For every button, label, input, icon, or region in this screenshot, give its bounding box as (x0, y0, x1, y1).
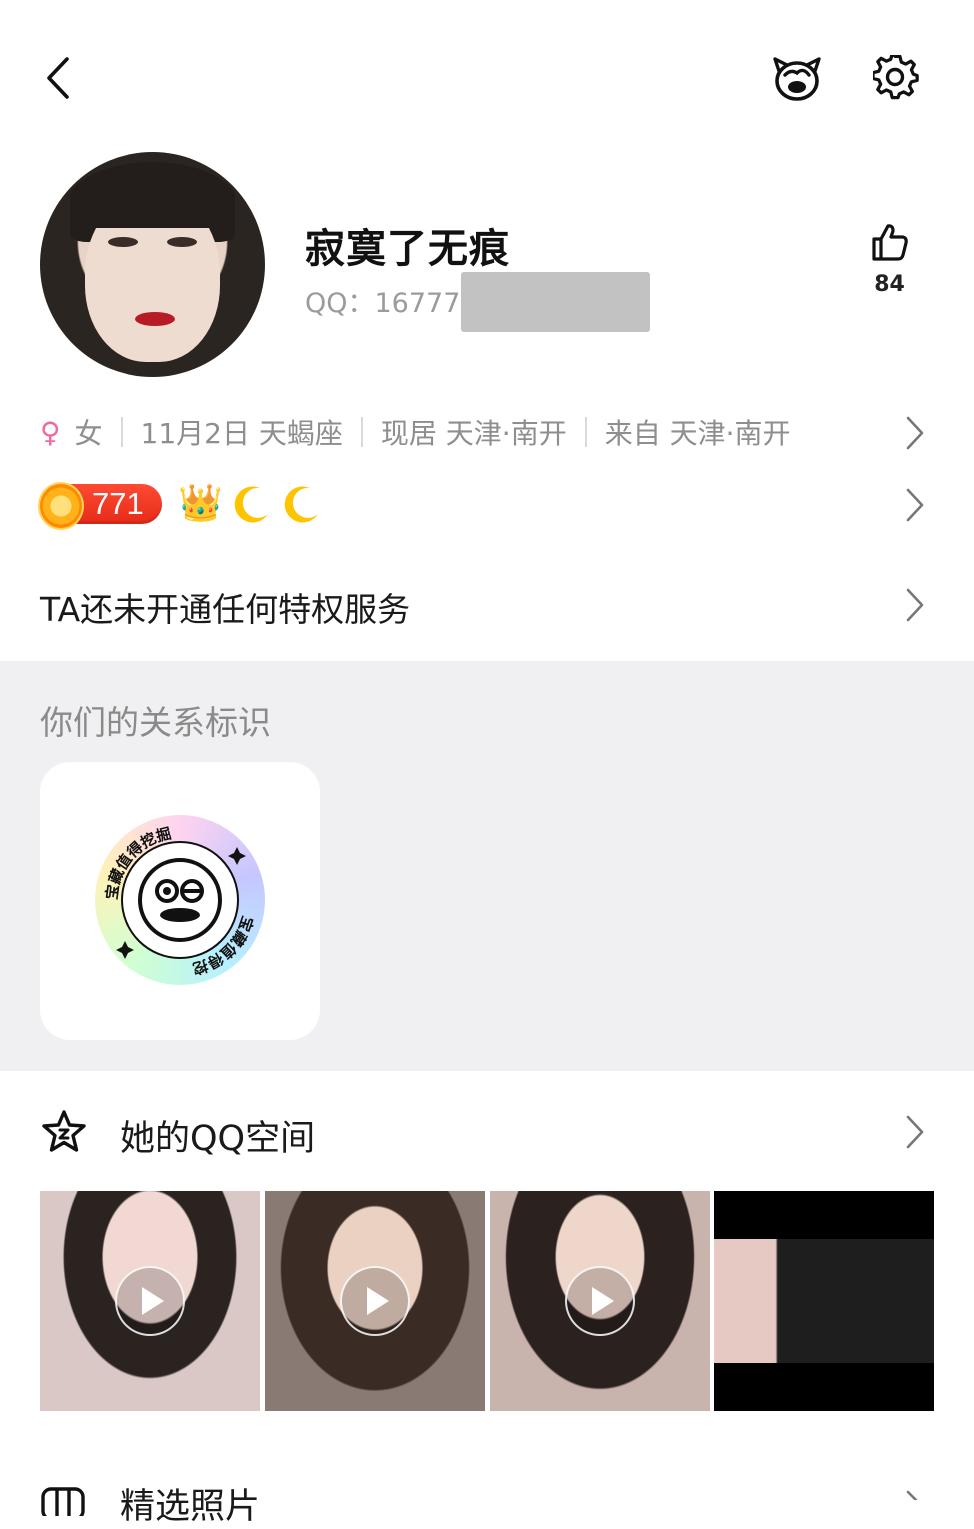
qzone-thumbnail[interactable] (265, 1191, 485, 1411)
play-icon (115, 1266, 185, 1336)
cartoon-face-icon (773, 57, 821, 101)
pet-button[interactable] (770, 52, 824, 104)
moon-icon (230, 484, 272, 530)
gear-icon (873, 55, 919, 100)
nickname: 寂寞了无痕 (305, 226, 510, 272)
relation-section-title: 你们的关系标识 (40, 703, 271, 742)
avatar-eye-right (167, 237, 197, 247)
like-count: 84 (874, 272, 905, 297)
qzone-thumbnail[interactable] (714, 1191, 934, 1411)
settings-button[interactable] (870, 52, 922, 104)
avatar-eye-left (108, 237, 138, 247)
back-button[interactable] (36, 52, 80, 104)
privilege-status[interactable]: TA还未开通任何特权服务 (40, 583, 410, 631)
chevron-right-icon[interactable] (904, 486, 926, 524)
featured-photos-title[interactable]: 精选照片 (120, 1478, 260, 1529)
profile-info-row[interactable]: ♀ 女 11月2日 天蝎座 现居 天津·南开 来自 天津·南开 (40, 410, 791, 454)
thumbs-up-icon (871, 224, 908, 261)
sun-icon (38, 482, 84, 530)
avatar-bangs (70, 166, 235, 228)
qq-number: QQ：16777 (305, 288, 461, 319)
divider (584, 417, 587, 447)
level-badge[interactable]: 771 (38, 482, 162, 530)
moon-icon (280, 484, 322, 530)
qzone-thumbnail[interactable] (40, 1191, 260, 1411)
photo-album-icon (41, 1487, 85, 1516)
relation-badge: 宝藏值得挖掘 宝藏值得挖掘 (95, 815, 265, 985)
chevron-right-icon[interactable] (904, 1113, 926, 1151)
divider (360, 417, 363, 447)
play-icon (340, 1266, 410, 1336)
divider (120, 417, 123, 447)
chevron-right-icon[interactable] (904, 414, 926, 452)
relation-badge-face (119, 839, 241, 961)
qzone-thumbnail[interactable] (490, 1191, 710, 1411)
avatar-lips (135, 312, 175, 326)
star-icon (42, 1110, 86, 1152)
chevron-right-icon[interactable] (904, 1488, 926, 1500)
like-button[interactable]: 84 (862, 222, 917, 297)
relation-badge-card[interactable]: 宝藏值得挖掘 宝藏值得挖掘 (40, 762, 320, 1040)
chevron-right-icon[interactable] (904, 586, 926, 624)
birthday: 11月2日 天蝎座 (140, 417, 343, 450)
qq-number-redaction (461, 272, 650, 332)
chevron-left-icon (47, 57, 69, 99)
female-icon: ♀ (40, 415, 61, 449)
smiley-face-icon (121, 841, 239, 959)
level-value: 771 (92, 486, 144, 521)
residence: 现居 天津·南开 (380, 417, 567, 450)
avatar[interactable] (40, 152, 265, 377)
qzone-title[interactable]: 她的QQ空间 (120, 1110, 315, 1161)
play-icon (565, 1266, 635, 1336)
gender: 女 (74, 417, 103, 450)
hometown: 来自 天津·南开 (604, 417, 791, 450)
thumbnail-image (714, 1239, 934, 1363)
crown-icon: 👑 (178, 483, 223, 524)
